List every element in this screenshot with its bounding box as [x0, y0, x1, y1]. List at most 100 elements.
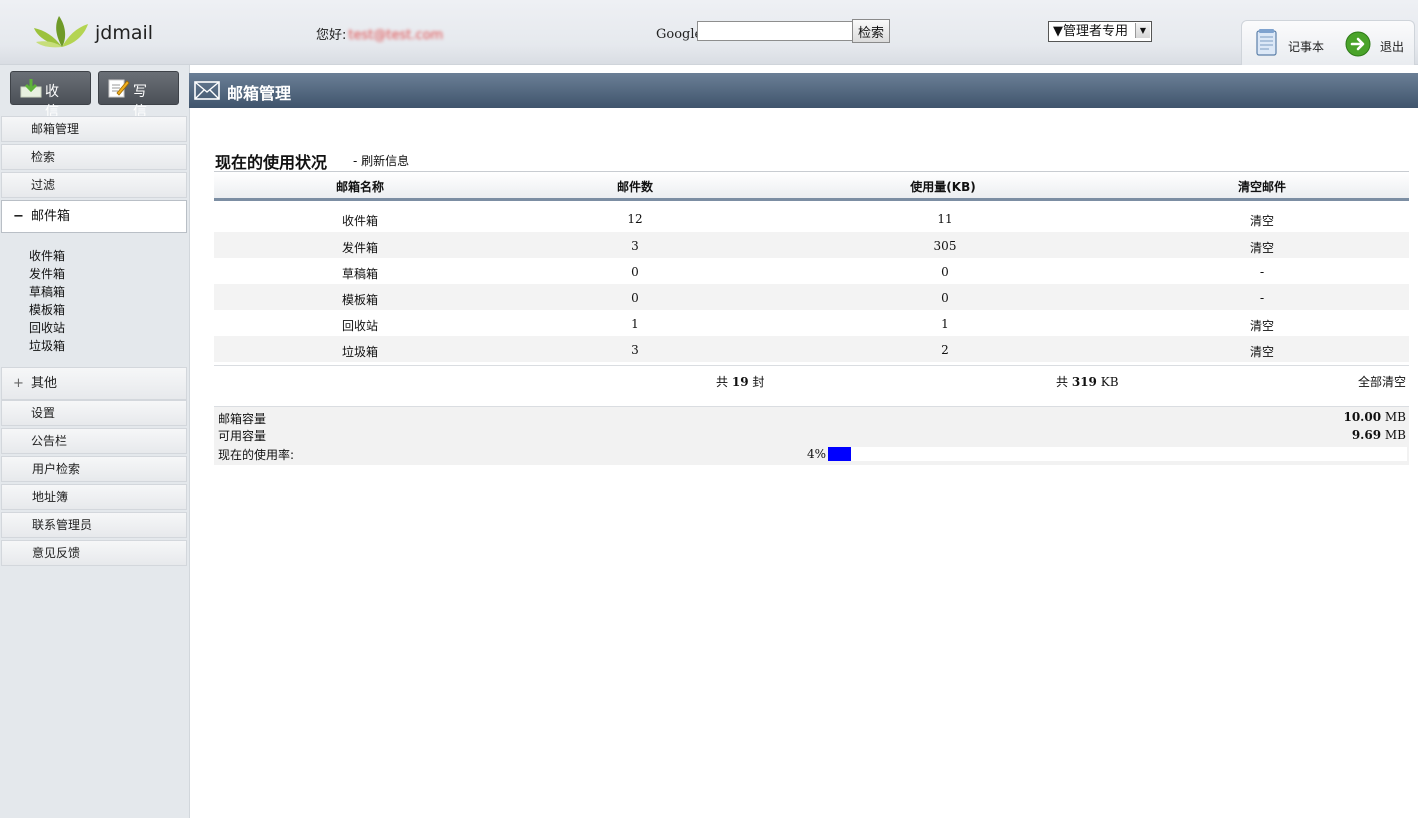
sidebar-item-search[interactable]: 检索: [1, 144, 187, 170]
folder-link-spam[interactable]: 垃圾箱: [29, 337, 65, 355]
usage-percent: 4%: [807, 447, 827, 461]
folder-link-trash[interactable]: 回收站: [29, 319, 65, 337]
google-label: Google: [656, 27, 703, 42]
capacity-unit: MB: [1384, 410, 1406, 424]
notepad-icon[interactable]: [1254, 28, 1280, 58]
toolbar-tab: 记事本 退出: [1241, 20, 1415, 65]
mailbox-name: 垃圾箱: [341, 345, 379, 359]
admin-select[interactable]: ▼管理者专用 ▼: [1048, 21, 1152, 42]
compose-mail-button[interactable]: 写 信: [98, 71, 179, 120]
sidebar-item-mailbox[interactable]: − 邮件箱: [1, 200, 187, 233]
total-mail-count: 共 19 封: [716, 373, 764, 390]
folder-link-inbox[interactable]: 收件箱: [29, 247, 65, 265]
mailbox-name: 草稿箱: [341, 267, 379, 281]
capacity-label: 邮箱容量: [218, 412, 267, 426]
clear-action[interactable]: 清空: [1250, 343, 1274, 360]
admin-select-value: ▼管理者专用: [1053, 24, 1128, 39]
clear-action[interactable]: 清空: [1250, 239, 1274, 256]
sidebar-item-address-book[interactable]: 地址簿: [1, 484, 187, 510]
inbox-download-icon: [20, 79, 42, 98]
capacity-panel: 邮箱容量 10.00 MB 可用容量 9.69 MB 现在的使用率: 4%: [214, 406, 1409, 465]
logout-arrow-icon[interactable]: [1345, 31, 1371, 57]
usage-kb: 0: [941, 265, 949, 279]
search-button[interactable]: 检索: [852, 19, 890, 43]
column-header-clear: 清空邮件: [1237, 180, 1287, 194]
sidebar-item-label: 其他: [31, 376, 58, 391]
clear-action[interactable]: 清空: [1250, 317, 1274, 334]
sidebar-item-feedback[interactable]: 意见反馈: [1, 540, 187, 566]
sidebar: 收 信 写 信 邮箱管理 检索 过滤 − 邮件箱 收件箱 发件箱 草稿箱 模板箱…: [0, 65, 190, 818]
table-row: 回收站 1 1 清空: [214, 310, 1409, 336]
sidebar-item-filter[interactable]: 过滤: [1, 172, 187, 198]
available-number: 9.69: [1351, 428, 1382, 442]
folder-link-templates[interactable]: 模板箱: [29, 301, 65, 319]
folder-link-drafts[interactable]: 草稿箱: [29, 283, 65, 301]
available-value: 9.69 MB: [1352, 428, 1406, 442]
total-prefix: 共: [716, 375, 729, 389]
table-row: 收件箱 12 11 清空: [214, 205, 1409, 231]
usage-kb: 2: [941, 343, 949, 357]
available-label: 可用容量: [218, 429, 267, 443]
total-prefix: 共: [1056, 375, 1069, 389]
greeting-label: 您好:: [316, 28, 347, 43]
total-count-unit: 封: [752, 375, 765, 389]
sidebar-item-user-search[interactable]: 用户检索: [1, 456, 187, 482]
mail-count: 12: [627, 212, 643, 226]
table-header: 邮箱名称 邮件数 使用量(KB) 清空邮件: [214, 172, 1409, 201]
leaf-logo-icon: [34, 16, 88, 48]
column-header-mail-count: 邮件数: [616, 180, 654, 194]
receive-mail-label: 收 信: [45, 84, 65, 120]
search-input[interactable]: [697, 21, 853, 41]
header: jdmail 您好: test@test.com Google 检索 ▼管理者专用…: [0, 0, 1418, 65]
folder-link-sent[interactable]: 发件箱: [29, 265, 65, 283]
receive-mail-button[interactable]: 收 信: [10, 71, 91, 120]
table-row: 垃圾箱 3 2 清空: [214, 336, 1409, 362]
usage-rate-label: 现在的使用率:: [218, 448, 295, 462]
table-row: 模板箱 0 0 -: [214, 284, 1409, 310]
sidebar-item-contact-admin[interactable]: 联系管理员: [1, 512, 187, 538]
clear-action[interactable]: 清空: [1250, 212, 1274, 229]
clear-all-link[interactable]: 全部清空: [1358, 373, 1406, 390]
expand-plus-icon[interactable]: +: [13, 368, 24, 399]
chevron-down-icon[interactable]: ▼: [1135, 23, 1150, 38]
memo-link[interactable]: 记事本: [1288, 38, 1324, 55]
usage-kb: 305: [933, 239, 957, 253]
usage-kb: 0: [941, 291, 949, 305]
mail-count: 0: [631, 265, 639, 279]
clear-action: -: [1259, 291, 1265, 305]
table-row: 草稿箱 0 0 -: [214, 258, 1409, 284]
mailbox-name: 回收站: [341, 319, 379, 333]
logo-text: jdmail: [95, 22, 154, 44]
compose-pencil-icon: [108, 79, 130, 98]
page-title-bar: 邮箱管理: [189, 73, 1418, 108]
mail-count: 1: [631, 317, 639, 331]
mail-count: 3: [631, 239, 639, 253]
greeting: 您好: test@test.com: [316, 24, 443, 43]
refresh-info-link[interactable]: - 刷新信息: [353, 152, 409, 169]
sidebar-item-other[interactable]: + 其他: [1, 367, 187, 400]
column-header-mailbox-name: 邮箱名称: [335, 180, 385, 194]
table-row: 发件箱 3 305 清空: [214, 232, 1409, 258]
logout-link[interactable]: 退出: [1380, 38, 1404, 55]
mailbox-name: 发件箱: [341, 241, 379, 255]
mailbox-name: 模板箱: [341, 293, 379, 307]
collapse-minus-icon[interactable]: −: [13, 201, 24, 232]
available-unit: MB: [1384, 428, 1406, 442]
sidebar-item-settings[interactable]: 设置: [1, 400, 187, 426]
usage-progress-fill: [828, 447, 851, 461]
usage-kb: 11: [937, 212, 953, 226]
mailbox-name: 收件箱: [341, 214, 379, 228]
divider: [214, 365, 1409, 366]
sidebar-item-bulletin[interactable]: 公告栏: [1, 428, 187, 454]
page-title: 邮箱管理: [227, 84, 292, 103]
mail-count: 0: [631, 291, 639, 305]
usage-kb: 1: [941, 317, 949, 331]
usage-progress-bar: [828, 447, 1407, 461]
folder-list: 收件箱 发件箱 草稿箱 模板箱 回收站 垃圾箱: [29, 247, 65, 355]
section-title: 现在的使用状况: [215, 153, 328, 172]
compose-mail-label: 写 信: [133, 84, 153, 120]
sidebar-item-mailbox-management[interactable]: 邮箱管理: [1, 116, 187, 142]
total-count-value: 19: [731, 375, 749, 389]
total-size-value: 319: [1071, 375, 1097, 389]
total-size-unit: KB: [1100, 375, 1119, 389]
